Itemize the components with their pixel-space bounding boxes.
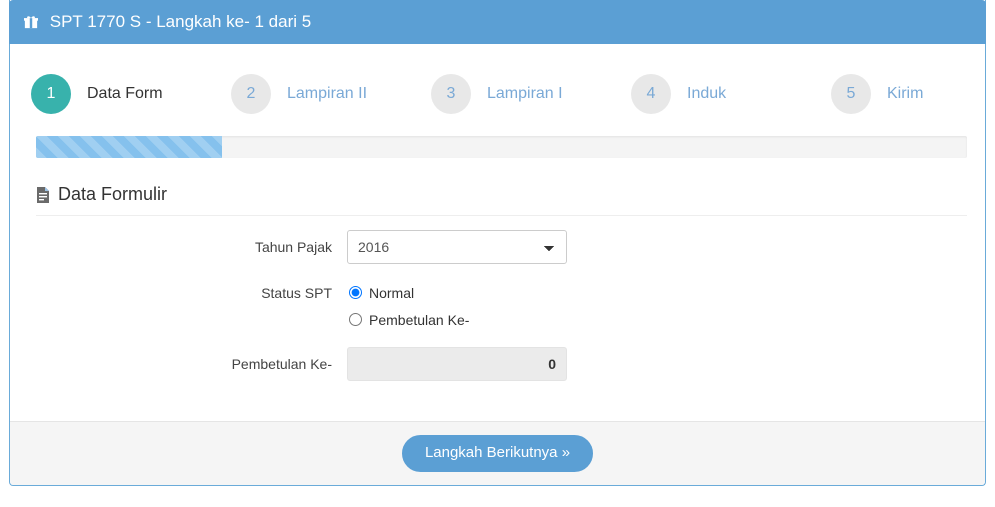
pembetulan-ke-input (347, 347, 567, 381)
step-number-4: 4 (631, 74, 671, 114)
status-spt-option-normal[interactable]: Normal (347, 279, 567, 306)
wizard-progress-bar (36, 136, 967, 158)
step-number-2: 2 (231, 74, 271, 114)
tahun-pajak-label: Tahun Pajak (254, 239, 332, 255)
page-title: SPT 1770 S - Langkah ke- 1 dari 5 (49, 12, 312, 31)
section-title-text: Data Formulir (58, 184, 168, 204)
status-spt-label: Status SPT (261, 285, 332, 301)
tahun-pajak-control: 2016 (347, 230, 567, 264)
file-icon (36, 186, 50, 203)
wizard-step-4[interactable]: 4 Induk (631, 74, 831, 114)
step-number-3: 3 (431, 74, 471, 114)
tahun-pajak-select[interactable]: 2016 (347, 230, 567, 264)
step-label-4: Induk (687, 85, 727, 102)
next-step-button[interactable]: Langkah Berikutnya » (401, 435, 594, 472)
wizard-step-2[interactable]: 2 Lampiran II (231, 74, 431, 114)
step-label-1: Data Form (87, 85, 163, 102)
section-heading: Data Formulir (36, 184, 972, 215)
data-formulir-section: Data Formulir (36, 184, 972, 216)
status-spt-radio-normal[interactable] (349, 286, 362, 299)
pembetulan-ke-label: Pembetulan Ke- (231, 356, 332, 372)
status-spt-radio-normal-label[interactable]: Normal (369, 285, 414, 301)
panel-footer: Langkah Berikutnya » (10, 421, 985, 485)
data-form: Tahun Pajak 2016 Status SPT Normal Pembe… (23, 216, 972, 381)
step-label-5: Kirim (887, 85, 924, 102)
panel-body: 1 Data Form 2 Lampiran II 3 Lampiran I 4… (10, 44, 985, 403)
step-label-3: Lampiran I (487, 85, 563, 102)
pembetulan-ke-control (347, 347, 567, 381)
gift-icon (24, 2, 38, 44)
panel-header: SPT 1770 S - Langkah ke- 1 dari 5 (9, 0, 986, 44)
step-number-1: 1 (31, 74, 71, 114)
step-number-5: 5 (831, 74, 871, 114)
wizard-step-1[interactable]: 1 Data Form (31, 74, 231, 114)
spt-wizard-panel: SPT 1770 S - Langkah ke- 1 dari 5 1 Data… (9, 0, 986, 486)
status-spt-radio-pembetulan-label[interactable]: Pembetulan Ke- (369, 312, 469, 328)
step-label-2: Lampiran II (287, 85, 368, 102)
status-spt-radio-group: Normal Pembetulan Ke- (347, 276, 567, 333)
form-row-tahun-pajak: Tahun Pajak 2016 (23, 230, 972, 264)
wizard-step-3[interactable]: 3 Lampiran I (431, 74, 631, 114)
status-spt-radio-pembetulan[interactable] (349, 313, 362, 326)
wizard-step-5[interactable]: 5 Kirim (831, 74, 995, 114)
form-row-pembetulan-ke: Pembetulan Ke- (23, 347, 972, 381)
status-spt-option-pembetulan[interactable]: Pembetulan Ke- (347, 306, 567, 333)
wizard-steps: 1 Data Form 2 Lampiran II 3 Lampiran I 4… (31, 58, 972, 126)
form-row-status-spt: Status SPT Normal Pembetulan Ke- (23, 276, 972, 333)
progress-bar-fill (36, 136, 223, 158)
